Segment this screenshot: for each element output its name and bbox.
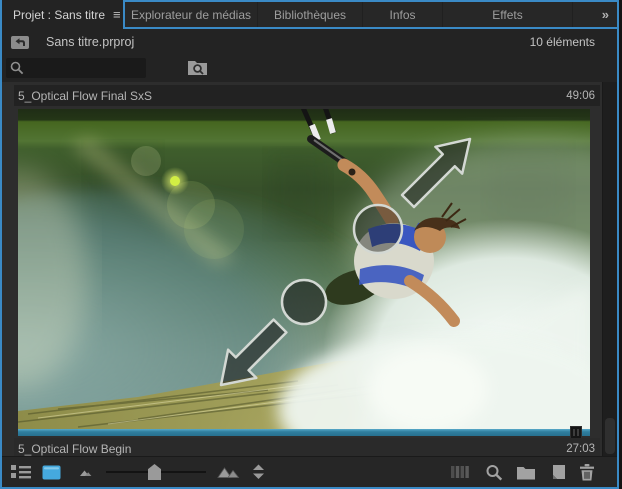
- tab-label: Explorateur de médias: [130, 7, 252, 22]
- sort-icons-button[interactable]: [250, 461, 266, 483]
- new-bin-icon: [517, 466, 535, 479]
- find-icon: [486, 464, 503, 480]
- items-count: 10 éléments: [529, 35, 595, 49]
- clip-tile[interactable]: [18, 109, 590, 439]
- new-bin-button[interactable]: [516, 461, 536, 483]
- thumbnail-zoom-slider[interactable]: [106, 463, 206, 481]
- tab-bibliotheques[interactable]: Bibliothèques: [258, 2, 363, 27]
- search-bin-button[interactable]: [186, 59, 208, 77]
- trash-icon: [580, 463, 594, 480]
- delete-button[interactable]: [579, 461, 595, 483]
- tab-overflow-chevron[interactable]: »: [598, 2, 617, 27]
- list-view-icon: [11, 465, 31, 479]
- new-item-icon: [553, 465, 565, 479]
- tab-label: Effets: [492, 7, 523, 22]
- tab-projet[interactable]: Projet : Sans titre ≡: [2, 0, 123, 29]
- clip-row-final-sxs[interactable]: 5_Optical Flow Final SxS 49:06: [14, 85, 600, 106]
- tab-strip: Explorateur de médias Bibliothèques Info…: [123, 0, 617, 29]
- clip-name: 5_Optical Flow Begin: [18, 441, 132, 456]
- search-input[interactable]: [28, 61, 138, 75]
- zoom-in-button[interactable]: [216, 461, 240, 483]
- tab-projet-label: Projet : Sans titre: [13, 7, 106, 22]
- automate-to-sequence-button[interactable]: [451, 461, 472, 483]
- hover-scrub-bar[interactable]: [18, 426, 590, 439]
- folder-up-icon: [11, 35, 29, 49]
- clip-thumbnail[interactable]: [18, 109, 590, 429]
- toolbar-right-cluster: [451, 461, 595, 483]
- list-view-button[interactable]: [10, 461, 32, 483]
- project-panel: Projet : Sans titre ≡ Explorateur de méd…: [0, 0, 619, 489]
- tab-effets[interactable]: Effets: [443, 2, 573, 27]
- folder-search-icon: [187, 61, 207, 75]
- project-panel-frame: Projet : Sans titre ≡ Explorateur de méd…: [0, 0, 622, 489]
- breadcrumb: Sans titre.prproj 10 éléments: [2, 29, 617, 55]
- slider-handle[interactable]: [148, 464, 161, 480]
- scrollbar-thumb[interactable]: [605, 418, 615, 454]
- search-icon: [10, 61, 24, 75]
- clip-name: 5_Optical Flow Final SxS: [18, 88, 153, 103]
- bin-toolbar: [2, 456, 617, 487]
- new-item-button[interactable]: [549, 461, 566, 483]
- vertical-scrollbar[interactable]: [602, 82, 617, 456]
- sort-icons-icon: [252, 464, 264, 479]
- search-input-wrap[interactable]: [6, 58, 146, 78]
- project-filename: Sans titre.prproj: [46, 35, 135, 49]
- panel-menu-icon[interactable]: ≡: [113, 8, 121, 21]
- tab-label: Infos: [389, 7, 416, 22]
- find-button[interactable]: [485, 461, 503, 483]
- tab-infos[interactable]: Infos: [363, 2, 443, 27]
- clip-duration: 49:06: [566, 89, 595, 102]
- search-row: [2, 55, 617, 82]
- zoom-out-icon: [79, 470, 91, 476]
- bin-content: 5_Optical Flow Final SxS 49:06 5_Optical…: [2, 82, 617, 456]
- zoom-in-icon: [216, 467, 239, 478]
- tab-label: Bibliothèques: [273, 7, 347, 22]
- icon-view-button[interactable]: [40, 461, 62, 483]
- tab-explorateur-de-medias[interactable]: Explorateur de médias: [125, 2, 258, 27]
- zoom-out-button[interactable]: [76, 461, 94, 483]
- icon-view-icon: [42, 465, 60, 479]
- automate-to-sequence-icon: [451, 466, 469, 478]
- clip-row-begin[interactable]: 5_Optical Flow Begin 27:03: [14, 438, 600, 456]
- parent-bin-button[interactable]: [10, 34, 32, 51]
- clip-duration: 27:03: [566, 442, 595, 455]
